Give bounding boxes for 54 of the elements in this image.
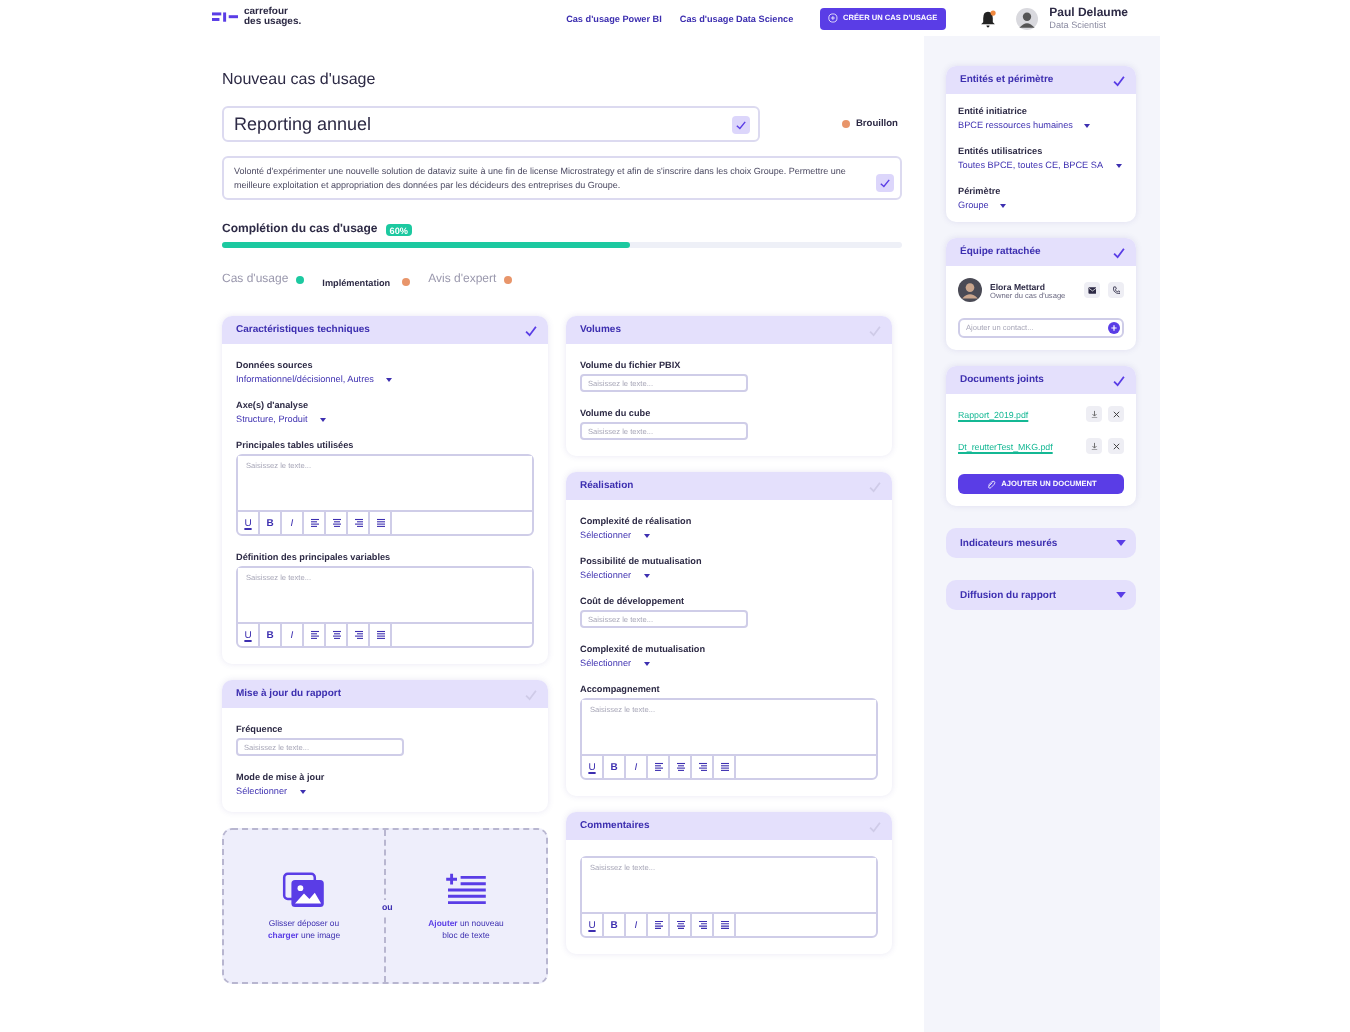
phone-icon (1111, 285, 1121, 295)
caret-icon (385, 377, 392, 381)
validate-button[interactable] (732, 115, 750, 133)
page-title: Nouveau cas d'usage (222, 70, 378, 88)
align-center-icon (675, 920, 685, 930)
add-icon[interactable] (1108, 322, 1120, 334)
align-center-icon (331, 518, 341, 528)
caret-icon (643, 533, 650, 537)
align-right-icon (697, 762, 707, 772)
mail-button[interactable] (1084, 282, 1100, 298)
align-right-icon (353, 518, 363, 528)
plus-icon (827, 12, 838, 24)
align-center-icon (331, 630, 341, 640)
align-left-icon (653, 920, 663, 930)
download-icon (1089, 409, 1099, 419)
caret-icon (299, 789, 306, 793)
mail-icon (1087, 285, 1097, 295)
align-right-icon (353, 630, 363, 640)
align-justify-icon (375, 630, 385, 640)
paperclip-icon (985, 479, 996, 489)
caret-icon (643, 661, 650, 665)
align-justify-icon (719, 920, 729, 930)
download-icon (1089, 441, 1099, 451)
align-justify-icon (375, 518, 385, 528)
phone-button[interactable] (1108, 282, 1124, 298)
description-field[interactable] (222, 156, 902, 200)
avatar[interactable] (1015, 7, 1038, 29)
add-text-block-icon (444, 871, 488, 907)
close-icon (1111, 441, 1121, 451)
close-icon (1111, 409, 1121, 419)
avatar (958, 278, 982, 302)
caret-icon (1000, 203, 1007, 207)
caret-icon (1116, 592, 1126, 598)
align-left-icon (309, 630, 319, 640)
title-text: Reporting annuel (234, 114, 372, 134)
logo-icon (212, 12, 238, 24)
check-icon (878, 176, 892, 190)
align-right-icon (697, 920, 707, 930)
image-icon (282, 871, 326, 907)
validate-button[interactable] (876, 174, 894, 192)
caret-icon (319, 417, 326, 421)
check-icon (734, 117, 748, 131)
caret-icon (1115, 163, 1122, 167)
caret-icon (643, 573, 650, 577)
caret-icon (1084, 123, 1091, 127)
align-justify-icon (719, 762, 729, 772)
align-left-icon (653, 762, 663, 772)
align-center-icon (675, 762, 685, 772)
remove-button[interactable] (1108, 406, 1124, 422)
remove-button[interactable] (1108, 438, 1124, 454)
notification-bell-icon[interactable] (979, 9, 996, 27)
align-left-icon (309, 518, 319, 528)
title-field[interactable]: Reporting annuel (222, 106, 760, 142)
caret-icon (1116, 540, 1126, 546)
